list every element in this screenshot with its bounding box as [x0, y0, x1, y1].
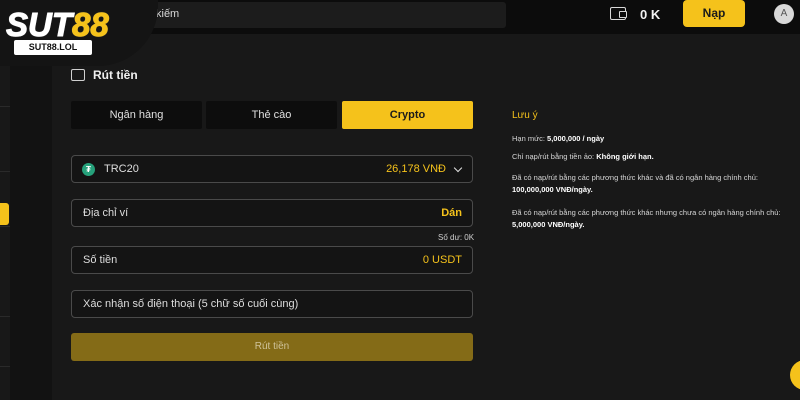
logo-accent-text: 88 — [72, 6, 110, 44]
tab-crypto[interactable]: Crypto — [342, 101, 473, 129]
note-limit-value: 5,000,000 / ngày — [547, 134, 605, 143]
deposit-button[interactable]: Nạp — [683, 0, 745, 27]
search-box[interactable]: kiếm — [140, 2, 506, 28]
withdraw-submit-button[interactable]: Rút tiền — [71, 333, 473, 361]
amount-value: 0 USDT — [422, 254, 462, 266]
note-with-bank-text: Đã có nạp/rút bằng các phương thức khác … — [512, 173, 758, 182]
phone-confirm-field[interactable]: Xác nhận số điện thoại (5 chữ số cuối cù… — [71, 290, 473, 318]
balance-note: Số dư: 0K — [438, 233, 475, 242]
tab-card[interactable]: Thẻ cào — [206, 101, 337, 129]
notes-title: Lưu ý — [512, 110, 538, 121]
amount-field[interactable]: Số tiền 0 USDT — [71, 246, 473, 274]
paste-button[interactable]: Dán — [441, 207, 462, 219]
note-crypto: Chỉ nạp/rút bằng tiền ảo: Không giới hạn… — [512, 151, 782, 163]
tether-icon: ₮ — [82, 163, 95, 176]
note-crypto-label: Chỉ nạp/rút bằng tiền ảo: — [512, 152, 595, 161]
note-no-bank-text: Đã có nạp/rút bằng các phương thức khác … — [512, 208, 781, 217]
note-limit: Hạn mức: 5,000,000 / ngày — [512, 133, 782, 145]
withdraw-icon — [71, 69, 85, 81]
balance-display: 0 K — [640, 7, 661, 22]
logo-domain: SUT88.LOL — [14, 40, 92, 55]
note-with-bank: Đã có nạp/rút bằng các phương thức khác … — [512, 172, 782, 196]
note-crypto-value: Không giới hạn. — [596, 152, 654, 161]
tab-bank[interactable]: Ngân hàng — [71, 101, 202, 129]
rail-divider — [0, 226, 10, 227]
note-no-bank-value: 5,000,000 VNĐ/ngày. — [512, 220, 585, 229]
logo-main-text: SUT — [6, 6, 73, 44]
logo-wordmark: SUT88 — [6, 6, 110, 44]
network-label: TRC20 — [104, 163, 139, 175]
avatar[interactable]: A — [774, 4, 794, 24]
network-rate: 26,178 VNĐ — [386, 163, 446, 175]
note-no-bank: Đã có nạp/rút bằng các phương thức khác … — [512, 207, 782, 231]
rail-divider — [0, 106, 10, 107]
rail-divider — [0, 366, 10, 367]
note-with-bank-value: 100,000,000 VNĐ/ngày. — [512, 185, 593, 194]
side-rail — [0, 66, 10, 400]
phone-confirm-placeholder: Xác nhận số điện thoại (5 chữ số cuối cù… — [83, 298, 299, 310]
network-select[interactable]: ₮ TRC20 26,178 VNĐ — [71, 155, 473, 183]
amount-label: Số tiền — [83, 254, 118, 266]
wallet-address-label: Địa chỉ ví — [83, 207, 129, 219]
search-text: kiếm — [156, 8, 180, 20]
wallet-address-field[interactable]: Địa chỉ ví Dán — [71, 199, 473, 227]
rail-active-indicator[interactable] — [0, 203, 9, 225]
chevron-down-icon — [453, 163, 463, 173]
rail-divider — [0, 316, 10, 317]
rail-divider — [0, 171, 10, 172]
note-limit-label: Hạn mức: — [512, 134, 545, 143]
page-title: Rút tiền — [93, 68, 138, 82]
wallet-icon[interactable] — [610, 7, 627, 20]
